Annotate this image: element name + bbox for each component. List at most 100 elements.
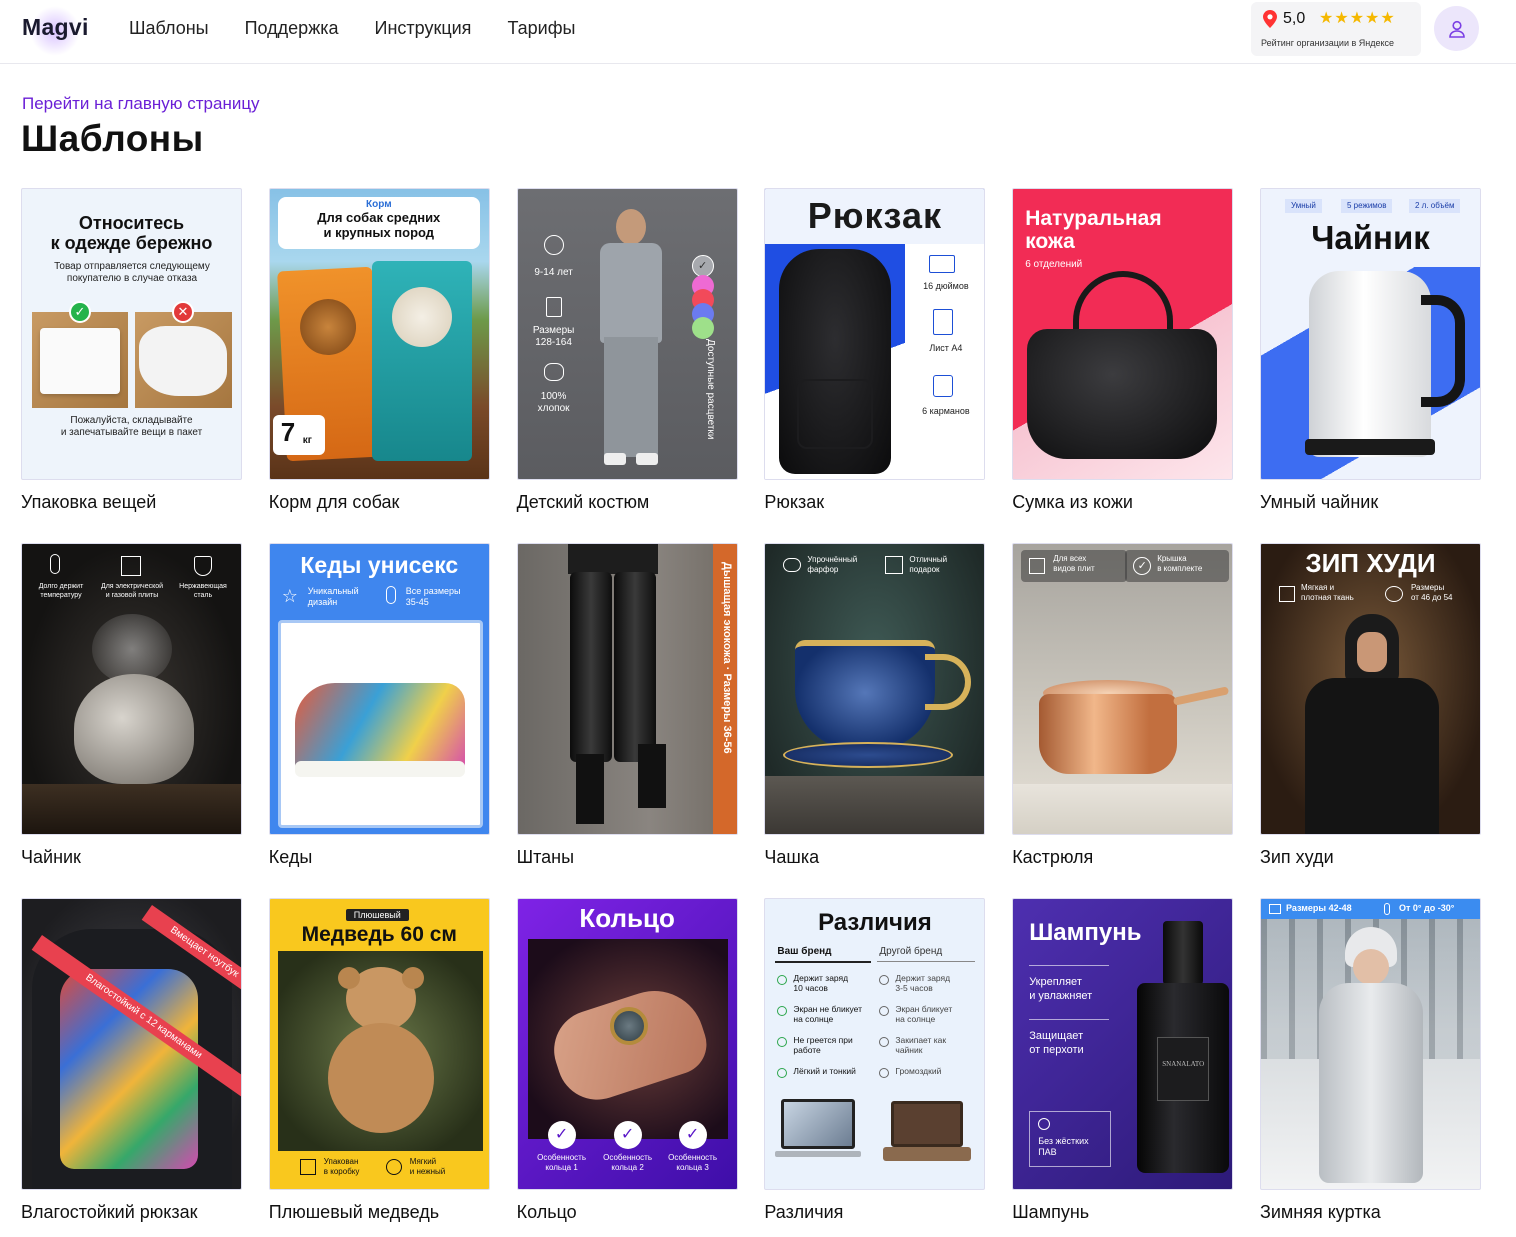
feature-pockets: 6 карманов	[922, 406, 970, 416]
template-card[interactable]: Натуральная кожа 6 отделений Сумка из ко…	[1012, 188, 1234, 533]
check-icon	[777, 1068, 788, 1078]
leather-pants-image	[558, 544, 668, 834]
template-thumbnail[interactable]: Для всех видов плит ✓ Крышка в комплекте	[1012, 543, 1234, 835]
template-label[interactable]: Корм для собак	[269, 492, 490, 513]
available-colors-label: Доступные расцветки	[704, 339, 716, 440]
template-label[interactable]: Детский костюм	[517, 492, 738, 513]
template-label[interactable]: Влагостойкий рюкзак	[21, 1202, 242, 1223]
thermometer-icon	[50, 554, 60, 574]
template-label[interactable]: Зимняя куртка	[1260, 1202, 1481, 1223]
template-thumbnail[interactable]: Шампунь Укрепляет и увлажняет Защищает о…	[1012, 898, 1234, 1190]
feature-steel: Нержавеющая сталь	[179, 583, 227, 599]
template-label[interactable]: Плюшевый медведь	[269, 1202, 490, 1223]
age-icon	[543, 235, 564, 255]
template-thumbnail[interactable]: Различия Ваш бренд Другой бренд Держит з…	[764, 898, 986, 1190]
template-label[interactable]: Умный чайник	[1260, 492, 1481, 513]
yandex-rating-badge[interactable]: 5,0 ★★★★★ Рейтинг организации в Яндексе	[1251, 2, 1421, 56]
template-thumbnail[interactable]: Кеды унисекс ☆ Уникальный дизайн Все раз…	[268, 543, 490, 835]
template-label[interactable]: Кольцо	[517, 1202, 738, 1223]
template-card[interactable]: Плюшевый Медведь 60 см Упакован в коробк…	[268, 898, 490, 1237]
back-to-home-link[interactable]: Перейти на главную страницу	[22, 94, 260, 114]
template-thumbnail[interactable]: Плюшевый Медведь 60 см Упакован в коробк…	[268, 898, 490, 1190]
bear-icon	[385, 1159, 402, 1175]
column-header-other: Другой бренд	[879, 946, 943, 957]
template-label[interactable]: Различия	[764, 1202, 985, 1223]
template-card[interactable]: Различия Ваш бренд Другой бренд Держит з…	[764, 898, 986, 1237]
template-thumbnail[interactable]: 9-14 лет Размеры 128-164 100% хлопок ✓ Д…	[516, 188, 738, 480]
check-circle-icon: ✓	[1133, 557, 1152, 575]
cross-icon	[879, 1037, 890, 1047]
sneakers-image	[294, 683, 465, 773]
color-swatch-gray: ✓	[691, 255, 714, 277]
template-thumbnail[interactable]: Корм Для собак средних и крупных пород 7…	[268, 188, 490, 480]
template-card[interactable]: Умный 5 режимов 2 л. объём Чайник Умный …	[1259, 188, 1481, 533]
template-thumbnail[interactable]: Кольцо ✓ ✓ ✓ Особенность кольца 1 Особен…	[516, 898, 738, 1190]
thumb-tag: Корм	[366, 199, 392, 210]
template-label[interactable]: Упаковка вещей	[21, 492, 242, 513]
teapot-image	[74, 674, 194, 784]
template-card[interactable]: Упрочнённый фарфор Отличный подарок Чашк…	[764, 543, 986, 888]
cross-icon	[879, 1006, 890, 1016]
other-feature-4: Громоздкий	[895, 1066, 942, 1076]
template-card[interactable]: Размеры 42-48 От 0° до -30° Зимняя куртк…	[1259, 898, 1481, 1237]
template-thumbnail[interactable]: Рюкзак 16 дюймов Лист А4 6 карманов	[764, 188, 986, 480]
template-label[interactable]: Чашка	[764, 847, 985, 868]
thumb-title: ЗИП ХУДИ	[1305, 548, 1436, 578]
user-avatar-button[interactable]	[1434, 6, 1479, 51]
template-label[interactable]: Кеды	[269, 847, 490, 868]
template-card[interactable]: Влагостойкий с 12 карманами Вмещает ноут…	[21, 898, 242, 1237]
template-thumbnail[interactable]: Относитесь к одежде бережно Товар отправ…	[21, 188, 242, 480]
template-card[interactable]: Относитесь к одежде бережно Товар отправ…	[21, 188, 242, 533]
kettle-base	[1304, 439, 1435, 455]
cross-icon: ✕	[172, 301, 194, 323]
kettle-handle	[1420, 295, 1465, 407]
nav-instructions[interactable]: Инструкция	[375, 18, 472, 39]
cross-icon	[879, 1068, 890, 1078]
templates-grid: Относитесь к одежде бережно Товар отправ…	[21, 188, 1481, 1237]
template-card[interactable]: Рюкзак 16 дюймов Лист А4 6 карманов Рюкз…	[764, 188, 986, 533]
template-card[interactable]: ЗИП ХУДИ Мягкая и плотная ткань Размеры …	[1259, 543, 1481, 888]
feature-no-sulfates: Без жёстких ПАВ	[1038, 1136, 1089, 1157]
template-thumbnail[interactable]: Натуральная кожа 6 отделений	[1012, 188, 1234, 480]
nav-pricing[interactable]: Тарифы	[507, 18, 575, 39]
thumb-title: Медведь 60 см	[301, 923, 457, 946]
template-thumbnail[interactable]: Влагостойкий с 12 карманами Вмещает ноут…	[21, 898, 242, 1190]
template-thumbnail[interactable]: Упрочнённый фарфор Отличный подарок	[764, 543, 986, 835]
document-icon	[933, 309, 954, 335]
template-thumbnail[interactable]: Долго держит температуру Для электрическ…	[21, 543, 242, 835]
feature-paper-size: Лист А4	[929, 343, 963, 353]
thermometer-icon	[1383, 903, 1390, 915]
feature-sizes: Размеры 128-164	[532, 325, 575, 348]
template-card[interactable]: Кольцо ✓ ✓ ✓ Особенность кольца 1 Особен…	[516, 898, 738, 1237]
star-icon: ☆	[281, 586, 298, 606]
logo[interactable]: Magvi	[22, 14, 89, 41]
template-label[interactable]: Зип худи	[1260, 847, 1481, 868]
check-icon: ✓	[69, 301, 91, 323]
header-divider	[775, 961, 872, 963]
box-icon	[299, 1159, 316, 1175]
template-card[interactable]: Для всех видов плит ✓ Крышка в комплекте…	[1012, 543, 1234, 888]
template-thumbnail[interactable]: Дышащая экокожа · Размеры 36-56	[516, 543, 738, 835]
crumpled-clothes-image	[135, 312, 232, 408]
template-card[interactable]: Шампунь Укрепляет и увлажняет Защищает о…	[1012, 898, 1234, 1237]
nav-templates[interactable]: Шаблоны	[129, 18, 209, 39]
feature-ring-3: Особенность кольца 3	[668, 1153, 717, 1172]
rating-caption: Рейтинг организации в Яндексе	[1261, 38, 1395, 48]
template-label[interactable]: Чайник	[21, 847, 242, 868]
template-label[interactable]: Штаны	[517, 847, 738, 868]
template-thumbnail[interactable]: Умный 5 режимов 2 л. объём Чайник	[1259, 188, 1481, 480]
product-frame	[277, 620, 483, 828]
template-label[interactable]: Шампунь	[1012, 1202, 1233, 1223]
template-card[interactable]: Дышащая экокожа · Размеры 36-56 Штаны	[516, 543, 738, 888]
template-card[interactable]: Кеды унисекс ☆ Уникальный дизайн Все раз…	[268, 543, 490, 888]
hoodie-man-image	[1304, 614, 1439, 834]
template-thumbnail[interactable]: ЗИП ХУДИ Мягкая и плотная ткань Размеры …	[1259, 543, 1481, 835]
template-card[interactable]: Корм Для собак средних и крупных пород 7…	[268, 188, 490, 533]
template-card[interactable]: Долго держит температуру Для электрическ…	[21, 543, 242, 888]
template-label[interactable]: Сумка из кожи	[1012, 492, 1233, 513]
template-label[interactable]: Кастрюля	[1012, 847, 1233, 868]
template-card[interactable]: 9-14 лет Размеры 128-164 100% хлопок ✓ Д…	[516, 188, 738, 533]
template-thumbnail[interactable]: Размеры 42-48 От 0° до -30°	[1259, 898, 1481, 1190]
template-label[interactable]: Рюкзак	[764, 492, 985, 513]
nav-support[interactable]: Поддержка	[245, 18, 339, 39]
